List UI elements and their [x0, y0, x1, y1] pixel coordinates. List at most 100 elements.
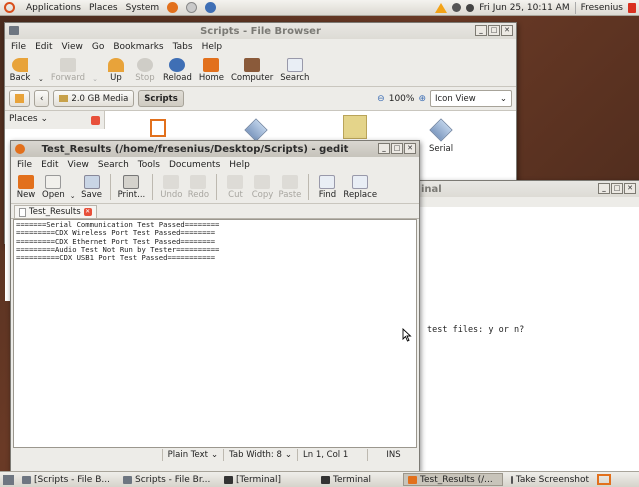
taskbar-item[interactable]: Terminal — [316, 473, 400, 486]
taskbar-item-active[interactable]: Test_Results (/... — [403, 473, 503, 486]
applications-menu[interactable]: Applications — [26, 3, 81, 13]
gedit-app-icon[interactable] — [15, 144, 25, 154]
close-tab-icon[interactable]: ✕ — [83, 208, 92, 216]
menu-tabs[interactable]: Tabs — [173, 42, 193, 52]
warning-icon[interactable] — [435, 2, 448, 13]
taskbar-item[interactable]: Take Screenshot — [506, 473, 594, 486]
menu-tools[interactable]: Tools — [138, 160, 160, 170]
workspace-switcher-icon[interactable] — [597, 474, 611, 485]
taskbar-item[interactable]: Scripts - File Br... — [118, 473, 216, 486]
selected-file-icon — [343, 115, 367, 139]
paste-button[interactable]: Paste — [278, 175, 301, 200]
menu-file[interactable]: File — [11, 42, 26, 52]
tab-width-selector[interactable]: Tab Width: 8 ⌄ — [223, 449, 297, 461]
file-item[interactable] — [343, 115, 367, 139]
new-button[interactable]: New — [15, 175, 37, 200]
open-button[interactable]: Open — [42, 175, 65, 200]
close-button[interactable]: ✕ — [501, 25, 513, 36]
minimize-button[interactable]: _ — [598, 183, 610, 194]
back-button[interactable]: Back — [9, 58, 31, 83]
redo-button[interactable]: Redo — [187, 175, 209, 200]
file-browser-toolbar: Back ⌄ Forward ⌄ Up Stop Reload Home Com… — [5, 54, 516, 87]
maximize-button[interactable]: □ — [611, 183, 623, 194]
chevron-down-icon: ⌄ — [284, 450, 292, 460]
find-button[interactable]: Find — [316, 175, 338, 200]
places-menu[interactable]: Places — [89, 3, 118, 13]
taskbar-item[interactable]: [Terminal] — [219, 473, 313, 486]
taskbar-item[interactable]: [Scripts - File B... — [17, 473, 115, 486]
menu-search[interactable]: Search — [98, 160, 129, 170]
menu-edit[interactable]: Edit — [35, 42, 52, 52]
menu-help[interactable]: Help — [202, 42, 223, 52]
side-pane-header: Places ⌄ — [5, 111, 105, 129]
minimize-button[interactable]: _ — [475, 25, 487, 36]
file-browser-titlebar[interactable]: Scripts - File Browser _ □ ✕ — [5, 23, 516, 39]
find-icon — [319, 175, 336, 189]
menu-bookmarks[interactable]: Bookmarks — [113, 42, 163, 52]
help-launcher-icon[interactable] — [205, 2, 217, 13]
volume-icon[interactable] — [466, 3, 475, 12]
minimize-button[interactable]: _ — [378, 143, 390, 154]
stop-button[interactable]: Stop — [134, 58, 156, 83]
network-icon[interactable] — [452, 3, 462, 12]
replace-button[interactable]: Replace — [343, 175, 377, 200]
show-desktop-icon[interactable] — [3, 474, 14, 485]
clock[interactable]: Fri Jun 25, 10:11 AM — [479, 3, 569, 13]
places-dropdown[interactable]: Places ⌄ — [9, 114, 48, 126]
file-item[interactable] — [150, 119, 166, 137]
path-scripts-button[interactable]: Scripts — [138, 90, 184, 107]
tab-test-results[interactable]: Test_Results ✕ — [14, 205, 97, 218]
save-label: Save — [81, 190, 103, 200]
file-item[interactable] — [244, 118, 268, 142]
zoom-out-icon[interactable]: ⊖ — [377, 94, 385, 104]
print-button[interactable]: Print... — [118, 175, 145, 200]
close-button[interactable]: ✕ — [624, 183, 636, 194]
mail-launcher-icon[interactable] — [186, 2, 198, 13]
editor-line: ==========CDX USB1 Port Test Passed=====… — [16, 253, 216, 263]
undo-button[interactable]: Undo — [160, 175, 182, 200]
menu-view[interactable]: View — [62, 42, 83, 52]
script-file-icon — [244, 118, 268, 142]
status-bar: Plain Text ⌄ Tab Width: 8 ⌄ Ln 1, Col 1 IN… — [11, 448, 419, 462]
zoom-in-icon[interactable]: ⊕ — [418, 94, 426, 104]
computer-button[interactable]: Computer — [231, 58, 273, 83]
insert-mode: INS — [367, 449, 419, 461]
shutdown-icon[interactable] — [628, 2, 636, 13]
gedit-titlebar[interactable]: Test_Results (/home/fresenius/Desktop/Sc… — [11, 141, 419, 157]
close-sidepane-icon[interactable] — [91, 116, 100, 125]
file-item-serial[interactable]: Serial — [429, 118, 453, 154]
forward-history-icon[interactable]: ⌄ — [92, 75, 98, 83]
undo-label: Undo — [160, 190, 183, 200]
firefox-launcher-icon[interactable] — [167, 2, 179, 13]
back-history-icon[interactable]: ⌄ — [38, 75, 44, 83]
close-button[interactable]: ✕ — [404, 143, 416, 154]
menu-edit[interactable]: Edit — [41, 160, 58, 170]
menu-view[interactable]: View — [68, 160, 89, 170]
search-button[interactable]: Search — [280, 58, 309, 83]
home-button[interactable]: Home — [199, 58, 224, 83]
cut-button[interactable]: Cut — [224, 175, 246, 200]
path-media-button[interactable]: 2.0 GB Media — [53, 90, 135, 107]
menu-file[interactable]: File — [17, 160, 32, 170]
language-selector[interactable]: Plain Text ⌄ — [161, 449, 223, 461]
zoom-level[interactable]: 100% — [389, 94, 415, 104]
reload-button[interactable]: Reload — [163, 58, 192, 83]
view-mode-select[interactable]: Icon View ⌄ — [430, 90, 512, 107]
user-switcher[interactable]: Fresenius — [581, 3, 623, 13]
forward-button[interactable]: Forward — [51, 58, 85, 83]
path-scroll-left-button[interactable]: ‹ — [34, 90, 50, 107]
text-editor[interactable]: =======Serial Communication Test Passed=… — [13, 219, 417, 448]
maximize-button[interactable]: □ — [391, 143, 403, 154]
copy-button[interactable]: Copy — [251, 175, 273, 200]
toggle-location-button[interactable] — [9, 90, 30, 107]
maximize-button[interactable]: □ — [488, 25, 500, 36]
up-button[interactable]: Up — [105, 58, 127, 83]
menu-go[interactable]: Go — [92, 42, 104, 52]
recent-files-icon[interactable]: ⌄ — [70, 192, 76, 200]
back-arrow-icon — [12, 58, 28, 72]
window-menu-icon[interactable] — [9, 26, 19, 35]
menu-documents[interactable]: Documents — [169, 160, 220, 170]
save-button[interactable]: Save — [81, 175, 103, 200]
menu-help[interactable]: Help — [229, 160, 250, 170]
system-menu[interactable]: System — [126, 3, 160, 13]
